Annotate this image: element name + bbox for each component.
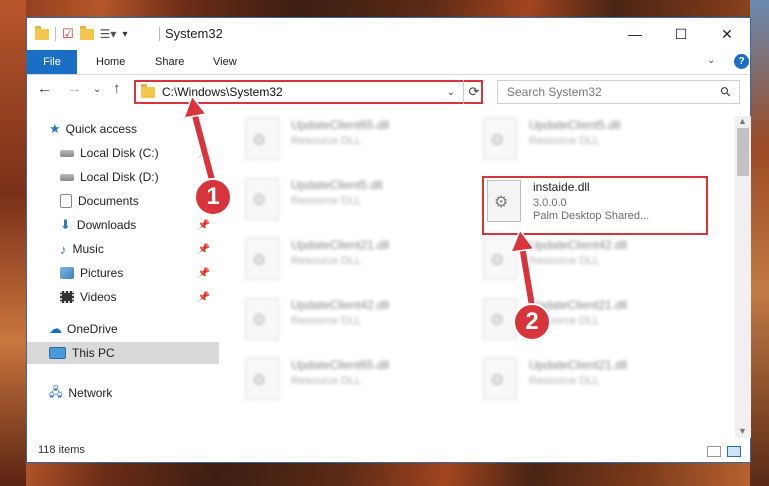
view-switcher <box>707 446 741 457</box>
search-input[interactable]: Search System32 <box>507 85 721 99</box>
music-note-icon: ♪ <box>60 241 67 257</box>
pin-icon[interactable]: 📌 <box>198 148 210 159</box>
pin-icon[interactable]: 📌 <box>198 292 210 303</box>
file-highlight-box <box>482 176 708 235</box>
details-view-icon[interactable] <box>707 446 721 457</box>
customize-toolbar-icon[interactable]: ☰▾ <box>100 27 117 41</box>
explorer-window: ☑ ☰▾ ▾ System32 — ☐ ✕ File Home Share Vi… <box>26 17 751 463</box>
folder-icon <box>35 25 49 40</box>
list-item[interactable]: UpdateClient5.dllResource DLL <box>245 178 475 228</box>
close-button[interactable]: ✕ <box>704 18 750 50</box>
list-item[interactable]: UpdateClient42.dllResource DLL <box>245 298 475 348</box>
dll-file-icon <box>245 178 279 220</box>
list-item[interactable]: UpdateClient65.dllResource DLL <box>245 118 475 168</box>
maximize-button[interactable]: ☐ <box>658 18 704 50</box>
dll-file-icon <box>245 238 279 280</box>
desktop-background-left <box>0 0 26 486</box>
title-bar: ☑ ☰▾ ▾ System32 — ☐ ✕ <box>27 18 750 50</box>
refresh-button[interactable]: ⟳ <box>463 80 484 104</box>
properties-icon[interactable]: ☑ <box>62 26 74 42</box>
scroll-down-icon[interactable]: ▼ <box>738 426 747 436</box>
folder-icon <box>141 83 155 98</box>
scroll-up-icon[interactable]: ▲ <box>738 116 747 126</box>
help-icon[interactable]: ? <box>734 54 749 69</box>
file-list: UpdateClient65.dllResource DLL UpdateCli… <box>245 116 735 438</box>
tab-view[interactable]: View <box>213 50 237 74</box>
address-bar[interactable]: C:\Windows\System32 ⌄ <box>134 80 483 104</box>
up-button[interactable]: ↑ <box>113 80 121 97</box>
list-item[interactable]: UpdateClient42.dllResource DLL <box>483 238 713 288</box>
picture-icon <box>60 267 74 279</box>
forward-button[interactable]: → <box>67 80 82 97</box>
drive-icon <box>60 149 74 157</box>
cloud-icon: ☁ <box>49 321 62 336</box>
network-icon: 🖧 <box>49 384 63 399</box>
tab-home[interactable]: Home <box>96 50 125 74</box>
chevron-down-icon[interactable]: ⌄ <box>447 87 455 98</box>
search-box[interactable]: Search System32 ⚲ <box>497 80 740 104</box>
pin-icon[interactable]: 📌 <box>198 244 210 255</box>
document-icon <box>60 194 72 208</box>
vertical-scrollbar[interactable]: ▲ ▼ <box>735 116 751 438</box>
quick-access-toolbar: ☑ ☰▾ ▾ <box>35 25 127 43</box>
dropdown-arrow-icon[interactable]: ▾ <box>122 29 127 40</box>
sidebar-item-videos[interactable]: Videos 📌 <box>60 286 220 308</box>
film-icon <box>60 291 74 303</box>
drive-icon <box>60 173 74 181</box>
list-item[interactable]: UpdateClient5.dllResource DLL <box>483 118 713 168</box>
list-item[interactable]: UpdateClient65.dllResource DLL <box>245 358 475 408</box>
dll-file-icon <box>245 118 279 160</box>
tab-share[interactable]: Share <box>155 50 184 74</box>
tab-file[interactable]: File <box>27 50 77 74</box>
dll-file-icon <box>483 238 517 280</box>
step-callout-2: 2 <box>513 303 551 341</box>
window-title: System32 <box>165 26 223 41</box>
sidebar-item-pictures[interactable]: Pictures 📌 <box>60 262 220 284</box>
ribbon-tabs: File Home Share View ⌄ ? <box>27 50 750 75</box>
minimize-button[interactable]: — <box>612 18 658 50</box>
sidebar-item-music[interactable]: ♪ Music 📌 <box>60 238 220 260</box>
sidebar-item-quick-access[interactable]: ★ Quick access <box>49 118 241 140</box>
back-button[interactable]: ← <box>37 80 52 97</box>
dll-file-icon <box>245 298 279 340</box>
pin-icon[interactable]: 📌 <box>198 220 210 231</box>
dll-file-icon <box>483 118 517 160</box>
recent-locations-button[interactable]: ⌄ <box>93 84 101 95</box>
computer-icon <box>49 347 66 359</box>
sidebar-item-this-pc[interactable]: This PC <box>27 342 219 364</box>
pin-icon[interactable]: 📌 <box>198 268 210 279</box>
address-path[interactable]: C:\Windows\System32 <box>162 85 447 99</box>
star-icon: ★ <box>49 121 61 136</box>
step-callout-1: 1 <box>194 178 232 216</box>
scrollbar-thumb[interactable] <box>737 128 749 176</box>
sidebar-item-network[interactable]: 🖧 Network <box>49 382 241 404</box>
sidebar-item-downloads[interactable]: ⬇ Downloads 📌 <box>60 214 220 236</box>
list-item[interactable]: UpdateClient21.dllResource DLL <box>483 358 713 408</box>
chevron-down-icon[interactable]: ⌄ <box>707 55 715 66</box>
sidebar-item-local-disk-c[interactable]: Local Disk (C:) 📌 <box>60 142 220 164</box>
item-count: 118 items <box>38 444 85 456</box>
dll-file-icon <box>483 358 517 400</box>
dll-file-icon <box>483 298 517 340</box>
desktop-background-right <box>750 0 769 486</box>
new-folder-icon[interactable] <box>79 25 94 40</box>
large-icons-view-icon[interactable] <box>727 446 741 457</box>
list-item[interactable]: UpdateClient21.dllResource DLL <box>245 238 475 288</box>
sidebar-item-local-disk-d[interactable]: Local Disk (D:) <box>60 166 220 188</box>
dll-file-icon <box>245 358 279 400</box>
sidebar-item-onedrive[interactable]: ☁ OneDrive <box>49 318 241 340</box>
download-arrow-icon: ⬇ <box>60 217 71 232</box>
navigation-pane: ★ Quick access Local Disk (C:) 📌 Local D… <box>27 116 222 436</box>
